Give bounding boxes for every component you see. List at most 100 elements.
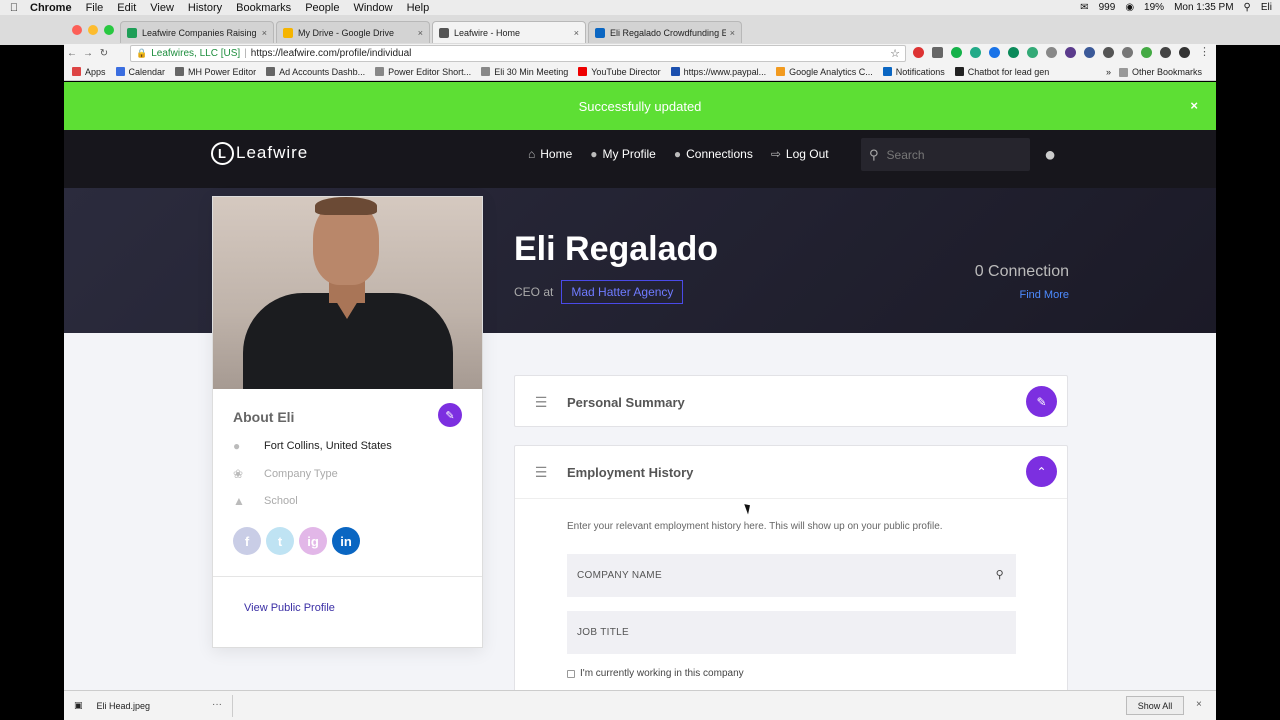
menu-history[interactable]: History — [182, 2, 230, 14]
menu-app-name[interactable]: Chrome — [28, 2, 80, 14]
twitter-icon[interactable]: t — [266, 527, 294, 555]
drive-favicon-icon — [283, 27, 293, 38]
lock-icon[interactable]: 🔒 — [136, 48, 147, 59]
extension-icon[interactable] — [1160, 47, 1171, 58]
bookmark-calendar[interactable]: Calendar — [115, 67, 165, 77]
bookmark-other[interactable]: Other Bookmarks — [1118, 67, 1202, 77]
view-public-profile-link[interactable]: View Public Profile — [244, 602, 335, 614]
close-download-shelf-icon[interactable]: × — [1196, 699, 1202, 710]
linkedin-icon — [882, 67, 892, 76]
currently-working-checkbox[interactable] — [567, 669, 575, 678]
menu-view[interactable]: View — [144, 2, 182, 14]
extension-icon[interactable] — [1103, 47, 1114, 58]
extension-icon[interactable] — [932, 47, 943, 58]
bookmarks-more-chevron[interactable]: » — [1106, 67, 1111, 77]
menu-edit[interactable]: Edit — [111, 2, 144, 14]
employment-history-panel: ☰ Employment History ⌃ Enter your releva… — [514, 445, 1068, 690]
extension-icon[interactable] — [1008, 47, 1019, 58]
file-icon: ▣ — [74, 700, 83, 710]
reload-icon[interactable]: ↻ — [96, 48, 112, 59]
grammarly-icon[interactable] — [951, 47, 962, 58]
nav-connections[interactable]: ● Connections — [674, 147, 753, 161]
bookmark-apps[interactable]: Apps — [72, 67, 106, 77]
download-item[interactable]: ▣ Eli Head.jpeg — [74, 700, 150, 711]
extension-icon[interactable] — [1122, 47, 1133, 58]
bookmark-eli-meeting[interactable]: Eli 30 Min Meeting — [481, 67, 568, 77]
bookmark-paypal[interactable]: https://www.paypal... — [670, 67, 766, 77]
extension-icon[interactable] — [913, 47, 924, 58]
menu-people[interactable]: People — [299, 2, 347, 14]
alert-close-icon[interactable]: × — [1190, 98, 1198, 113]
nav-my-profile[interactable]: ● My Profile — [590, 147, 656, 161]
extension-icon[interactable] — [970, 47, 981, 58]
download-options-icon[interactable]: ··· — [212, 699, 222, 710]
bookmark-ad-accounts[interactable]: Ad Accounts Dashb... — [266, 67, 365, 77]
bookmark-notifications[interactable]: Notifications — [882, 67, 945, 77]
facebook-icon[interactable]: f — [233, 527, 261, 555]
drag-handle-icon[interactable]: ☰ — [515, 394, 567, 411]
bookmark-chatbot[interactable]: Chatbot for lead gen — [954, 67, 1049, 77]
edit-about-button[interactable]: ✎ — [438, 403, 462, 427]
menu-help[interactable]: Help — [401, 2, 438, 14]
browser-tab-1[interactable]: Leafwire Companies Raising M × — [120, 21, 274, 43]
drag-handle-icon[interactable]: ☰ — [515, 464, 567, 481]
school-row: ▲ School — [233, 494, 298, 508]
logout-icon: ⇨ — [770, 147, 781, 161]
menu-window[interactable]: Window — [347, 2, 400, 14]
edit-summary-button[interactable]: ✎ — [1026, 386, 1057, 417]
browser-menu-icon[interactable]: ⋮ — [1199, 45, 1210, 58]
browser-tab-3-active[interactable]: Leafwire - Home × — [432, 21, 586, 43]
find-more-link[interactable]: Find More — [1019, 289, 1069, 301]
extension-icon[interactable] — [1179, 47, 1190, 58]
extension-icon[interactable] — [1046, 47, 1057, 58]
company-name-field[interactable]: COMPANY NAME ⚲ — [567, 554, 1016, 597]
clock[interactable]: Mon 1:35 PM — [1174, 2, 1233, 13]
browser-tab-4[interactable]: Eli Regalado Crowdfunding Exp × — [588, 21, 742, 43]
nav-home[interactable]: ⌂ Home — [528, 147, 572, 161]
extension-icon[interactable] — [1084, 47, 1095, 58]
tab-close-icon[interactable]: × — [262, 28, 267, 38]
search-spotlight-icon[interactable]: ⚲ — [1244, 2, 1251, 13]
menu-bookmarks[interactable]: Bookmarks — [230, 2, 299, 14]
collapse-employment-button[interactable]: ⌃ — [1026, 456, 1057, 487]
back-icon[interactable]: ← — [64, 48, 80, 59]
extension-icon[interactable] — [1065, 47, 1076, 58]
menu-file[interactable]: File — [80, 2, 112, 14]
forward-icon[interactable]: → — [80, 48, 96, 59]
job-title-field[interactable]: JOB TITLE — [567, 611, 1016, 654]
apple-icon[interactable]:  — [0, 2, 28, 14]
instagram-icon[interactable]: ig — [299, 527, 327, 555]
wifi-icon[interactable]: ◉ — [1125, 2, 1134, 13]
bookmark-star-icon[interactable]: ☆ — [890, 47, 900, 60]
linkedin-icon[interactable]: in — [332, 527, 360, 555]
bookmark-youtube-director[interactable]: YouTube Director — [578, 67, 661, 77]
minimize-window-icon[interactable] — [88, 25, 98, 35]
zoom-window-icon[interactable] — [104, 25, 114, 35]
bookmark-label: Other Bookmarks — [1131, 67, 1202, 77]
extension-icon[interactable] — [989, 47, 1000, 58]
leafwire-logo[interactable]: L Leafwire — [211, 141, 308, 165]
extension-icon[interactable] — [1027, 47, 1038, 58]
page-icon — [175, 67, 185, 76]
bookmark-power-editor-short[interactable]: Power Editor Short... — [375, 67, 471, 77]
extension-icon[interactable] — [1141, 47, 1152, 58]
bookmark-label: MH Power Editor — [188, 66, 257, 77]
browser-tab-2[interactable]: My Drive - Google Drive × — [276, 21, 430, 43]
nav-log-out[interactable]: ⇨ Log Out — [771, 147, 829, 161]
site-search[interactable]: ⚲ Search — [861, 138, 1030, 171]
menubar-user[interactable]: Eli — [1261, 2, 1272, 13]
show-all-button[interactable]: Show All — [1126, 696, 1184, 715]
bookmark-label: Google Analytics C... — [789, 66, 873, 77]
company-link[interactable]: Mad Hatter Agency — [561, 280, 684, 304]
search-input[interactable]: Search — [887, 148, 925, 162]
bookmark-mh-power-editor[interactable]: MH Power Editor — [175, 67, 256, 77]
company-name-placeholder: COMPANY NAME — [577, 570, 662, 581]
address-bar[interactable]: 🔒 Leafwires, LLC [US] | https://leafwire… — [130, 45, 906, 62]
chat-icon[interactable]: ● — [1044, 144, 1056, 167]
close-window-icon[interactable] — [72, 25, 82, 35]
tab-close-icon[interactable]: × — [418, 28, 423, 38]
mail-icon[interactable]: ✉ — [1080, 2, 1088, 13]
tab-close-icon[interactable]: × — [574, 28, 579, 38]
bookmark-google-analytics[interactable]: Google Analytics C... — [776, 67, 873, 77]
tab-close-icon[interactable]: × — [730, 28, 735, 38]
